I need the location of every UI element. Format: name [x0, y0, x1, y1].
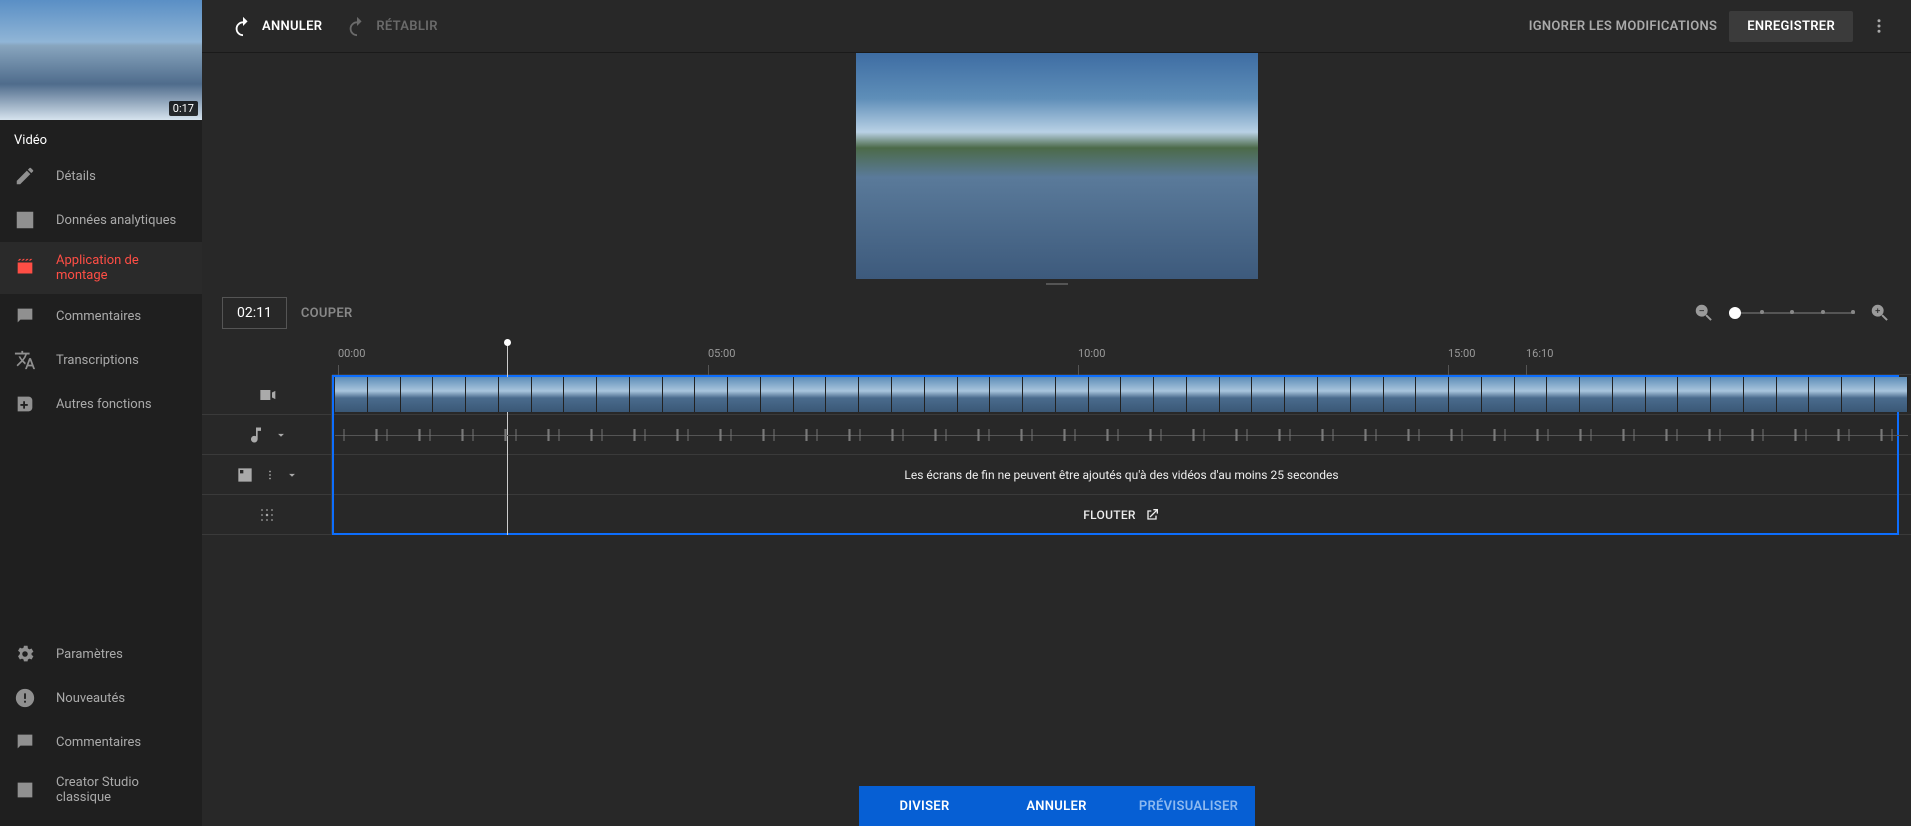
blur-label: FLOUTER	[1083, 508, 1136, 522]
video-thumbnail[interactable]: 0:17	[0, 0, 202, 120]
blur-button[interactable]: FLOUTER	[1083, 507, 1160, 523]
ruler-tick: 16:10	[1526, 347, 1553, 360]
timeline: 00:00 05:00 10:00 15:00 16:10	[202, 337, 1911, 826]
sidebar-item-label: Détails	[56, 169, 96, 184]
undo-button[interactable]: ANNULER	[220, 7, 334, 45]
action-bar: DIVISER ANNULER PRÉVISUALISER	[202, 786, 1911, 826]
resize-handle[interactable]	[202, 279, 1911, 289]
sidebar-item-editor[interactable]: Application de montage	[0, 242, 202, 294]
redo-icon	[346, 15, 368, 37]
chevron-down-icon[interactable]	[285, 468, 299, 482]
endscreen-track: Les écrans de fin ne peuvent être ajouté…	[202, 455, 1911, 495]
sidebar-item-label: Paramètres	[56, 647, 123, 662]
comment-icon	[14, 305, 36, 327]
endscreen-icon	[235, 465, 255, 485]
endscreen-message: Les écrans de fin ne peuvent être ajouté…	[904, 468, 1338, 482]
zoom-control	[1693, 302, 1891, 324]
sidebar-item-settings[interactable]: Paramètres	[0, 632, 202, 676]
sidebar-item-label: Nouveautés	[56, 691, 125, 706]
speech-icon	[14, 731, 36, 753]
zoom-slider[interactable]	[1729, 312, 1855, 314]
open-external-icon	[1144, 507, 1160, 523]
sidebar-item-label: Creator Studio classique	[56, 775, 188, 805]
music-note-icon	[246, 425, 266, 445]
sidebar: 0:17 Vidéo Détails Données analytiques A…	[0, 0, 202, 826]
undo-icon	[232, 15, 254, 37]
bar-chart-icon	[14, 209, 36, 231]
ruler-tick: 05:00	[708, 347, 735, 360]
zoom-in-icon[interactable]	[1869, 302, 1891, 324]
save-button[interactable]: ENREGISTRER	[1729, 11, 1853, 42]
track-rows: Les écrans de fin ne peuvent être ajouté…	[202, 375, 1911, 535]
topbar: ANNULER RÉTABLIR IGNORER LES MODIFICATIO…	[202, 0, 1911, 53]
ruler-tick: 00:00	[338, 347, 365, 360]
blur-icon	[257, 505, 277, 525]
cancel-button[interactable]: ANNULER	[991, 786, 1123, 826]
dots-vertical-icon	[1870, 17, 1888, 35]
audio-track	[202, 415, 1911, 455]
film-clap-icon	[14, 257, 36, 279]
preview-button[interactable]: PRÉVISUALISER	[1123, 786, 1255, 826]
redo-label: RÉTABLIR	[376, 19, 437, 34]
sidebar-title: Vidéo	[0, 120, 202, 154]
translate-icon	[14, 349, 36, 371]
sidebar-item-news[interactable]: Nouveautés	[0, 676, 202, 720]
thumbnail-duration: 0:17	[169, 101, 198, 116]
tools-row: 02:11 COUPER	[202, 289, 1911, 337]
dots-vertical-icon[interactable]	[263, 468, 277, 482]
audio-track-body[interactable]	[332, 415, 1911, 454]
alert-icon	[14, 687, 36, 709]
sidebar-item-label: Données analytiques	[56, 213, 176, 228]
pencil-icon	[14, 165, 36, 187]
sidebar-item-analytics[interactable]: Données analytiques	[0, 198, 202, 242]
timeline-ruler[interactable]: 00:00 05:00 10:00 15:00 16:10	[332, 337, 1911, 375]
zoom-out-icon[interactable]	[1693, 302, 1715, 324]
video-icon	[257, 385, 277, 405]
sidebar-item-classic[interactable]: Creator Studio classique	[0, 764, 202, 816]
sidebar-item-label: Autres fonctions	[56, 397, 152, 412]
preview-area	[202, 53, 1911, 279]
chevron-down-icon[interactable]	[274, 428, 288, 442]
swap-icon	[14, 779, 36, 801]
blur-track: FLOUTER	[202, 495, 1911, 535]
main: ANNULER RÉTABLIR IGNORER LES MODIFICATIO…	[202, 0, 1911, 826]
split-button[interactable]: DIVISER	[859, 786, 991, 826]
sidebar-item-label: Transcriptions	[56, 353, 139, 368]
blur-track-body[interactable]: FLOUTER	[332, 495, 1911, 534]
add-circle-icon	[14, 393, 36, 415]
sidebar-item-feedback[interactable]: Commentaires	[0, 720, 202, 764]
ruler-tick: 15:00	[1448, 347, 1475, 360]
sidebar-item-transcriptions[interactable]: Transcriptions	[0, 338, 202, 382]
undo-label: ANNULER	[262, 19, 322, 34]
sidebar-item-details[interactable]: Détails	[0, 154, 202, 198]
sidebar-item-label: Commentaires	[56, 735, 141, 750]
time-input[interactable]: 02:11	[222, 297, 287, 329]
redo-button[interactable]: RÉTABLIR	[334, 7, 449, 45]
sidebar-item-comments[interactable]: Commentaires	[0, 294, 202, 338]
sidebar-item-other[interactable]: Autres fonctions	[0, 382, 202, 426]
gear-icon	[14, 643, 36, 665]
video-track	[202, 375, 1911, 415]
ruler-tick: 10:00	[1078, 347, 1105, 360]
video-track-body[interactable]	[332, 375, 1911, 414]
preview-video[interactable]	[856, 53, 1258, 279]
sidebar-item-label: Commentaires	[56, 309, 141, 324]
endscreen-track-body: Les écrans de fin ne peuvent être ajouté…	[332, 455, 1911, 494]
more-menu-button[interactable]	[1865, 12, 1893, 40]
cut-button[interactable]: COUPER	[301, 306, 353, 321]
sidebar-item-label: Application de montage	[56, 253, 188, 283]
discard-button[interactable]: IGNORER LES MODIFICATIONS	[1529, 19, 1718, 34]
